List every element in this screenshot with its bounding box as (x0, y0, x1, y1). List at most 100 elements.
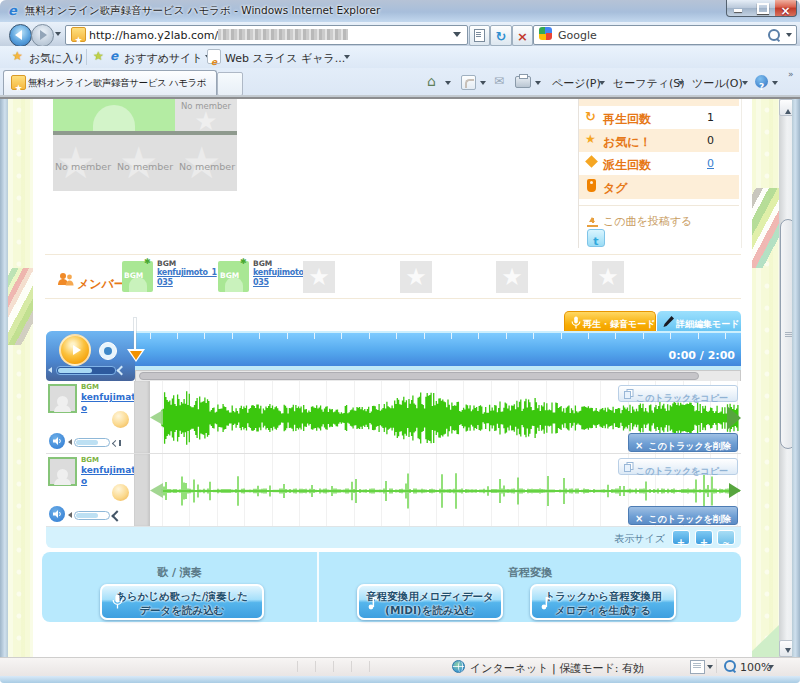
member-badge-label: BGM (253, 259, 272, 268)
stat-label: タグ (603, 180, 628, 197)
close-button[interactable]: × (775, 0, 797, 17)
post-song-link[interactable]: この曲を投稿する (603, 214, 692, 229)
timeline-hscroll-thumb[interactable] (139, 372, 699, 380)
wave-end-marker[interactable] (729, 483, 741, 498)
note-icon (368, 595, 379, 610)
member-slot-empty: ★ (592, 261, 624, 293)
delete-track-button[interactable]: × このトラックを削除 (628, 433, 738, 452)
maximize-button[interactable] (750, 0, 776, 17)
zoom-in-button[interactable]: + (672, 530, 690, 545)
track-avatar (48, 457, 77, 486)
menu-safety[interactable]: セーフティ(S) (613, 76, 685, 91)
stop-button[interactable]: × (512, 25, 533, 46)
load-midi-button[interactable]: 音程変換用メロディデータ (MIDI)を読み込む (357, 584, 503, 620)
wave-start-marker[interactable] (150, 410, 163, 425)
generate-melody-button[interactable]: トラックから音程変換用 メロディを生成する (530, 584, 676, 620)
favorites-bar (0, 46, 800, 68)
track-gutter (134, 381, 150, 453)
copy-icon (624, 462, 634, 472)
scroll-up-icon (785, 106, 791, 114)
track-mute-button[interactable] (49, 433, 65, 449)
feeds-icon[interactable] (461, 75, 476, 90)
master-volume-slider[interactable] (56, 366, 116, 375)
zoom-fit-button[interactable]: ~ (717, 530, 735, 545)
add-favorite-icon[interactable]: ★ (93, 49, 104, 63)
stop-button[interactable] (99, 342, 117, 360)
member-slot-empty: ★ (400, 261, 432, 293)
wave-start-marker[interactable] (150, 483, 163, 498)
back-button[interactable] (9, 24, 32, 47)
member-name-link[interactable]: kenfujimoto_1035 (157, 268, 217, 288)
playhead-marker[interactable] (130, 351, 142, 366)
member-avatar-star-icon: ✱ (144, 257, 151, 266)
search-dropdown-icon[interactable] (786, 33, 792, 40)
member-avatar-star-icon: ✱ (240, 257, 247, 266)
io-button-line2: データを読み込む (102, 604, 262, 618)
star-icon: ★ (597, 263, 619, 291)
status-zoom-level: 100% (740, 661, 771, 674)
twitter-button[interactable]: t (587, 229, 605, 247)
bg-mosaic-right (750, 188, 780, 268)
refresh-button[interactable]: ↻ (490, 25, 512, 46)
stat-value: 0 (664, 134, 714, 147)
timeline-ruler[interactable] (46, 332, 741, 342)
suggested-sites-button[interactable]: おすすめサイト (124, 51, 203, 66)
members-icon (57, 272, 75, 288)
pencil-icon (662, 315, 675, 329)
track-owner-link[interactable]: kenfujimato (81, 392, 138, 413)
delete-track-button[interactable]: × このトラックを削除 (628, 506, 738, 525)
mic-icon (112, 594, 123, 610)
track-owner-link[interactable]: kenfujimato (81, 465, 138, 486)
tag-icon (587, 179, 596, 192)
delete-track-label: このトラックを削除 (649, 441, 731, 451)
copy-icon (624, 389, 634, 399)
mail-icon[interactable]: ✉ (494, 74, 504, 88)
menu-page[interactable]: ページ(P) (552, 76, 601, 91)
compatibility-button[interactable] (469, 25, 490, 46)
stat-label: お気に！ (603, 134, 652, 151)
zoom-out-button[interactable]: + (695, 530, 713, 545)
stat-value: 1 (664, 111, 714, 124)
toolbar-overflow-icon[interactable]: » (788, 69, 794, 79)
stop-icon (104, 347, 112, 355)
track-badge: BGM (81, 383, 99, 391)
history-dropdown-icon[interactable] (55, 32, 61, 39)
io-section-label: 歌 / 演奏 (42, 565, 317, 580)
copy-track-button[interactable]: このトラックをコピー (618, 385, 738, 402)
play-button[interactable] (59, 334, 91, 366)
track-volume-slider[interactable] (74, 511, 110, 520)
webslice-icon: e (207, 49, 221, 64)
copy-track-button[interactable]: このトラックをコピー (618, 458, 738, 475)
member-badge: BGM (124, 271, 143, 280)
forward-button[interactable] (31, 24, 54, 47)
load-recorded-button[interactable]: あらかじめ歌った/演奏した データを読み込む (100, 584, 264, 620)
io-button-line2: (MIDI)を読み込む (359, 604, 501, 618)
menu-tools[interactable]: ツール(O) (692, 76, 743, 91)
home-icon[interactable]: ⌂ (427, 73, 436, 89)
io-button-line1: トラックから音程変換用 (532, 590, 674, 604)
track-volume-slider[interactable] (74, 438, 110, 447)
banner-empty-members: ★ ★ ★ No member No member No member (53, 135, 237, 191)
stop-icon: × (517, 29, 528, 44)
status-compat-icon[interactable] (690, 660, 705, 674)
status-bar (0, 657, 800, 676)
print-icon[interactable] (515, 76, 531, 88)
members-label: メンバー (77, 276, 126, 293)
track-egg-icon[interactable] (112, 484, 129, 501)
track-badge: BGM (81, 456, 99, 464)
webslice-gallery-button[interactable]: Web スライス ギャラ... (225, 51, 345, 66)
stat-label: 派生回数 (603, 157, 651, 174)
track-mute-button[interactable] (49, 506, 65, 522)
minimize-button[interactable] (726, 0, 752, 17)
zoom-fit-icon: ~ (722, 538, 730, 548)
stat-value-link[interactable]: 0 (664, 157, 714, 170)
wave-end-marker[interactable] (727, 406, 741, 430)
track-egg-icon[interactable] (112, 411, 129, 428)
new-tab-stub[interactable] (217, 72, 243, 96)
search-engine-label: Google (558, 29, 597, 42)
note-icon (541, 595, 552, 610)
help-icon[interactable]: ? (755, 75, 768, 88)
favorites-button[interactable]: お気に入り (29, 51, 85, 66)
url-dropdown-icon[interactable] (453, 32, 461, 41)
member-slot-empty: ★ (496, 261, 528, 293)
